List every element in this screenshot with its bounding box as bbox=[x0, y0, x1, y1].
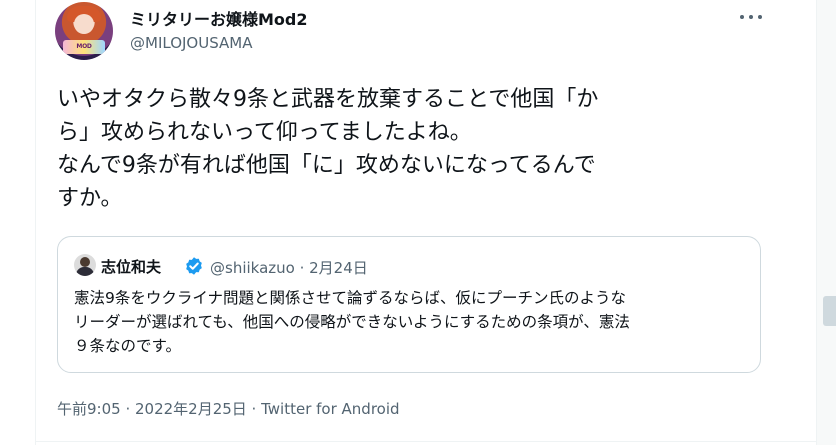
more-options-icon[interactable] bbox=[740, 10, 762, 24]
side-panel-edge bbox=[817, 0, 836, 445]
avatar-body bbox=[76, 267, 94, 276]
quoted-tweet-card[interactable]: 志位和夫 @shiikazuo · 2月24日 憲法9条をウクライナ問題と関係さ… bbox=[57, 236, 761, 373]
author-handle[interactable]: @MILOJOUSAMA bbox=[130, 34, 252, 52]
tweet-line: すか。 bbox=[57, 186, 123, 211]
quoted-tweet-text: 憲法9条をウクライナ問題と関係させて論ずるならば、仮にプーチン氏のような リーダ… bbox=[74, 286, 754, 358]
quoted-line: ９条なのです。 bbox=[74, 337, 181, 355]
tweet-line: いやオタクら散々9条と武器を放棄することで他国「か bbox=[57, 87, 599, 112]
tweet-text: いやオタクら散々9条と武器を放棄することで他国「か ら」攻められないって仰ってま… bbox=[57, 83, 807, 215]
more-dot bbox=[740, 15, 744, 19]
verified-badge-icon bbox=[186, 257, 202, 275]
author-avatar[interactable]: MOD bbox=[55, 2, 113, 60]
more-dot bbox=[758, 15, 762, 19]
avatar-head bbox=[80, 257, 90, 267]
timeline-left-border bbox=[35, 0, 36, 445]
scroll-indicator[interactable] bbox=[823, 296, 836, 326]
tweet-line: なんで9条が有れば他国「に」攻めないになってるんで bbox=[57, 153, 596, 178]
quoted-tweet-meta[interactable]: @shiikazuo · 2月24日 bbox=[210, 257, 368, 278]
quoted-author-avatar[interactable] bbox=[74, 254, 96, 276]
quoted-line: リーダーが選ばれても、他国への侵略ができないようにするための条項が、憲法 bbox=[74, 313, 630, 331]
tweet-timestamp[interactable]: 午前9:05 · 2022年2月25日 · Twitter for Androi… bbox=[57, 398, 400, 419]
quoted-line: 憲法9条をウクライナ問題と関係させて論ずるならば、仮にプーチン氏のような bbox=[74, 289, 627, 307]
avatar-face bbox=[74, 14, 94, 34]
more-dot bbox=[749, 15, 753, 19]
tweet-line: ら」攻められないって仰ってましたよね。 bbox=[57, 120, 472, 145]
author-display-name[interactable]: ミリタリーお嬢様Mod2 bbox=[130, 6, 308, 30]
quoted-author-name[interactable]: 志位和夫 bbox=[101, 256, 161, 277]
divider bbox=[36, 441, 816, 442]
avatar-logo: MOD bbox=[63, 40, 105, 54]
